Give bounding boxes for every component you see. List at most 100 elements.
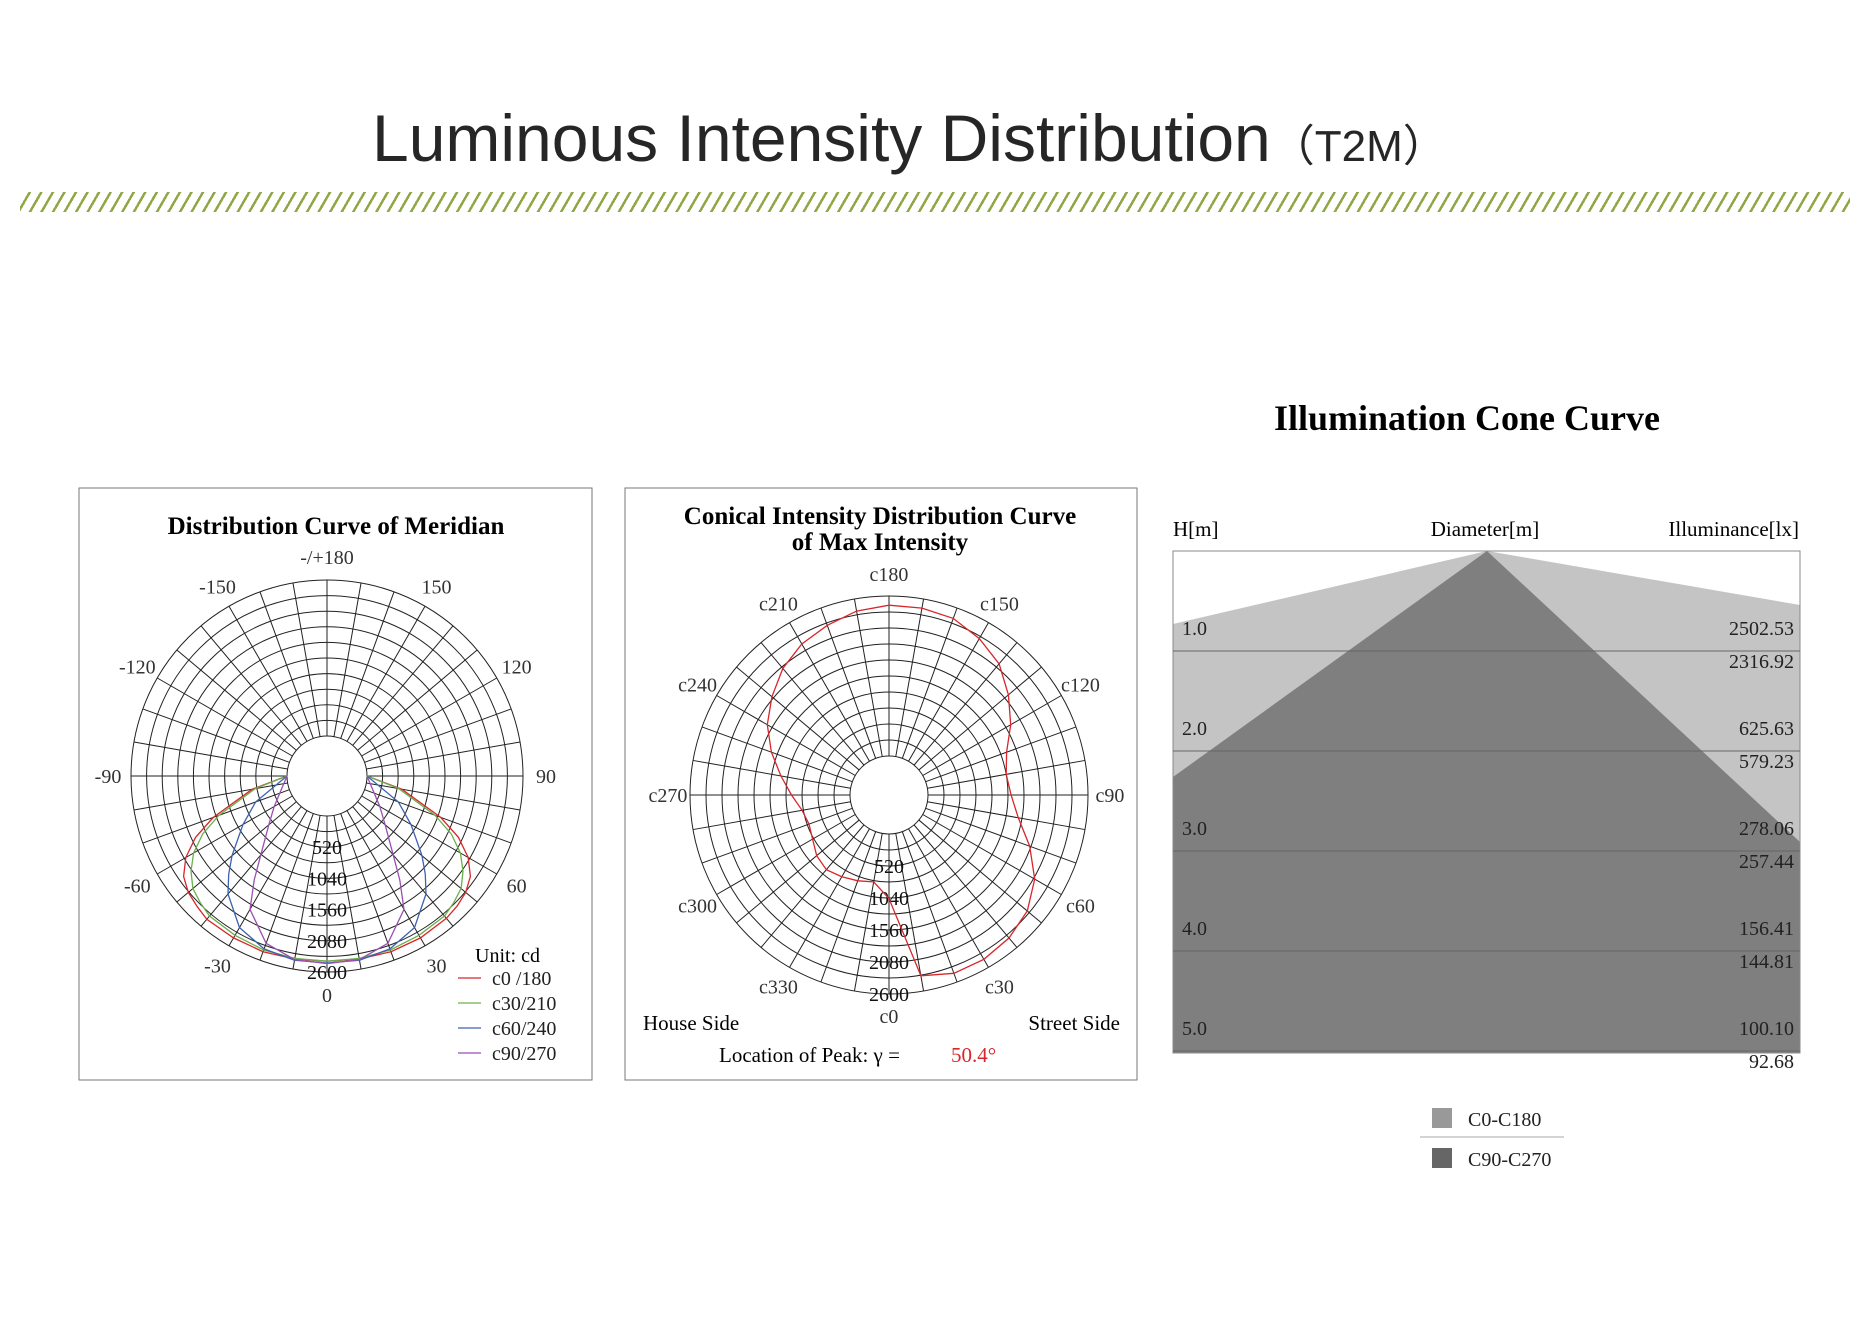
conical-grid-spoke [692, 759, 851, 789]
meridian-grid-spoke [366, 782, 521, 811]
meridian-angle-label: 60 [507, 876, 527, 898]
cone-legend-swatch [1432, 1148, 1452, 1168]
meridian-angle-label: -30 [204, 956, 231, 978]
meridian-angle-label: 30 [427, 956, 447, 978]
meridian-grid-spoke [142, 789, 290, 844]
conical-grid-spoke [701, 807, 853, 864]
cone-legend-label: C90-C270 [1468, 1149, 1551, 1171]
conical-chart-title-line2: of Max Intensity [792, 529, 969, 556]
meridian-angle-label: 0 [322, 985, 332, 1007]
conical-grid-spoke [901, 607, 958, 759]
meridian-grid-spoke [292, 582, 321, 737]
cone-illuminance-c0: 156.41 [1739, 918, 1794, 940]
meridian-grid-spoke [142, 708, 290, 763]
conical-polar-chart: c180 c150 c120 c90 c60 c30 c0 c330 c300 c270 c240 c… [649, 564, 1125, 1028]
conical-grid-spoke [895, 598, 925, 757]
legend-label: c0 /180 [492, 968, 551, 990]
meridian-polar-chart: -/+180 150 120 90 60 30 0 -30 -60 -90 -120 -150 520 1… [95, 547, 556, 1007]
conical-grid-spoke [701, 726, 853, 783]
meridian-legend: c0 /180 c30/210 c60/240 c90/270 [458, 968, 556, 1065]
conical-grid-circle [849, 755, 929, 835]
conical-grid-spoke [820, 831, 877, 983]
cone-height-label: 4.0 [1182, 918, 1207, 940]
conical-grid-spoke [927, 801, 1086, 831]
conical-grid-spoke [925, 726, 1077, 783]
conical-grid-spoke [760, 642, 865, 766]
cone-height-label: 3.0 [1182, 818, 1207, 840]
conical-grid-spoke [820, 607, 877, 759]
cone-illuminance-c90: 92.68 [1749, 1051, 1794, 1073]
meridian-grid-spoke [259, 591, 314, 739]
meridian-chart-title: Distribution Curve of Meridian [168, 513, 505, 540]
conical-grid-spoke [760, 824, 865, 948]
cone-illuminance-c90: 579.23 [1739, 751, 1794, 773]
conical-grid-spoke [901, 831, 958, 983]
conical-radial-tick-label: 2080 [869, 952, 909, 974]
meridian-angle-label: -90 [95, 766, 122, 788]
meridian-radial-tick-label: 1040 [307, 868, 347, 890]
meridian-angle-label: 90 [536, 766, 556, 788]
conical-angle-label: c60 [1066, 896, 1095, 918]
legend-label: c90/270 [492, 1043, 556, 1065]
meridian-grid-spoke [366, 741, 521, 770]
charts-canvas: Distribution Curve of Meridian -/+180 150… [78, 398, 1801, 1171]
cone-legend-label: C0-C180 [1468, 1109, 1541, 1131]
conical-angle-label: c150 [980, 594, 1019, 616]
conical-chart-title: Conical Intensity Distribution Curve [684, 503, 1076, 530]
meridian-grid-circle [270, 719, 384, 833]
conical-grid-spoke [692, 801, 851, 831]
conical-angle-label: c300 [678, 896, 717, 918]
cone-illuminance-header: Illuminance[lx] [1668, 517, 1799, 541]
meridian-radial-tick-label: 1560 [307, 900, 347, 922]
meridian-grid-spoke [259, 813, 314, 961]
meridian-panel-frame [78, 487, 593, 1081]
cone-diameter-header: Diameter[m] [1431, 517, 1539, 541]
legend-label: c60/240 [492, 1018, 556, 1040]
meridian-grid-spoke [133, 741, 288, 770]
meridian-grid-spoke [333, 582, 362, 737]
cone-illuminance-c0: 278.06 [1739, 818, 1794, 840]
conical-angle-label: c90 [1096, 785, 1125, 807]
cone-h-header: H[m] [1173, 517, 1219, 541]
conical-angle-label: c180 [870, 564, 909, 586]
meridian-radial-tick-label: 520 [312, 837, 342, 859]
cone-height-label: 2.0 [1182, 718, 1207, 740]
meridian-grid-circle [286, 735, 368, 817]
meridian-grid-spoke [340, 591, 395, 739]
cone-illuminance-c0: 2502.53 [1729, 618, 1794, 640]
meridian-angle-label: 120 [502, 657, 532, 679]
legend-label: c30/210 [492, 993, 556, 1015]
cone-illuminance-c90: 257.44 [1739, 851, 1794, 873]
conical-grid-spoke [853, 598, 883, 757]
meridian-radial-tick-label: 2600 [307, 962, 347, 984]
meridian-grid-spoke [364, 708, 512, 763]
conical-angle-label: c210 [759, 594, 798, 616]
cone-illuminance-c90: 2316.92 [1729, 651, 1794, 673]
conical-grid-spoke [913, 642, 1018, 766]
conical-angle-label: c120 [1061, 675, 1100, 697]
cone-height-label: 1.0 [1182, 618, 1207, 640]
cone-illuminance-c0: 625.63 [1739, 718, 1794, 740]
street-side-label: Street Side [1028, 1011, 1120, 1035]
meridian-grid-spoke [340, 813, 395, 961]
conical-grid-spoke [925, 807, 1077, 864]
conical-grid-spoke [918, 819, 1042, 924]
cone-illuminance-c90: 144.81 [1739, 951, 1794, 973]
meridian-radial-tick-label: 2080 [307, 931, 347, 953]
conical-angle-label: c240 [678, 675, 717, 697]
peak-location-label: Location of Peak: γ = [719, 1043, 900, 1067]
meridian-angle-label: -/+180 [300, 547, 354, 569]
conical-grid-spoke [736, 666, 860, 771]
conical-radial-tick-label: 520 [874, 856, 904, 878]
cone-height-label: 5.0 [1182, 1018, 1207, 1040]
meridian-unit-label: Unit: cd [475, 945, 540, 967]
conical-radial-tick-label: 2600 [869, 984, 909, 1006]
cone-illuminance-c0: 100.10 [1739, 1018, 1794, 1040]
conical-grid-spoke [918, 666, 1042, 771]
house-side-label: House Side [643, 1011, 739, 1035]
meridian-grid-spoke [133, 782, 288, 811]
meridian-angle-label: -120 [119, 657, 156, 679]
meridian-angle-label: -60 [124, 876, 151, 898]
meridian-angle-label: 150 [422, 576, 452, 598]
cone-chart: 1.0 2502.53 2316.92 2.0 625.63 579.23 3.0 278.0… [1172, 550, 1801, 1171]
